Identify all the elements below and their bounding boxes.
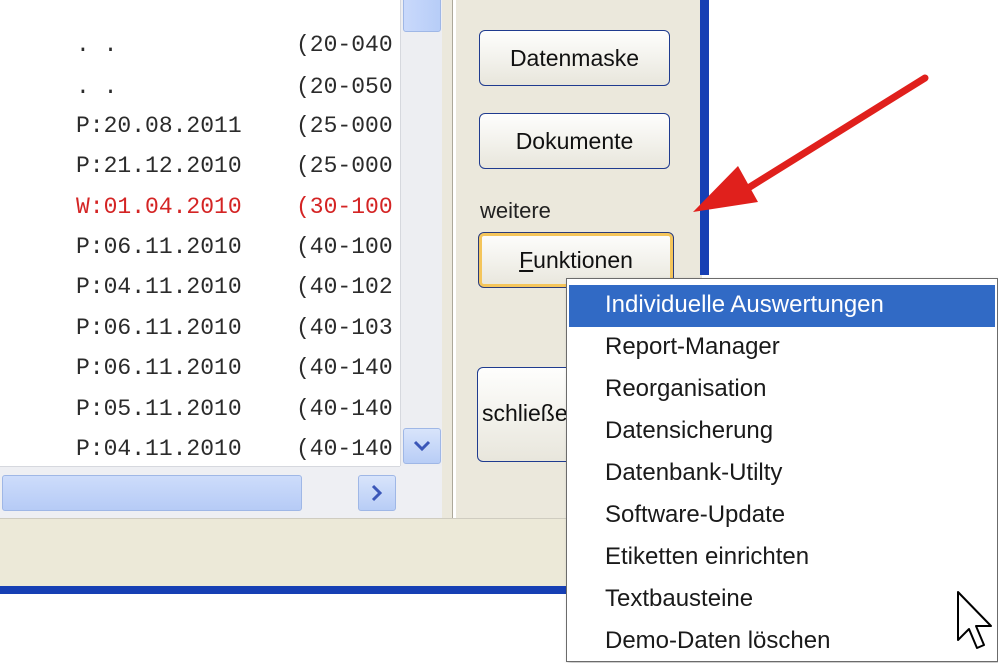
funktionen-label: unktionen	[533, 247, 633, 273]
panel-divider	[452, 0, 456, 518]
row-code: (40-140	[296, 355, 393, 381]
list-row[interactable]: . . (20-050	[0, 74, 410, 114]
list-row[interactable]: P:06.11.2010 (40-100	[0, 234, 410, 274]
row-code: (30-100	[296, 194, 393, 220]
row-date: P:05.11.2010	[76, 396, 242, 422]
row-code: (20-050	[296, 74, 393, 100]
vertical-scrollbar[interactable]	[400, 0, 443, 466]
row-date: P:06.11.2010	[76, 234, 242, 260]
row-code: (40-103	[296, 315, 393, 341]
datenmaske-button[interactable]: Datenmaske	[479, 30, 670, 86]
row-date: P:04.11.2010	[76, 436, 242, 462]
weitere-label: weitere	[480, 198, 551, 223]
list-row[interactable]: P:06.11.2010 (40-140	[0, 355, 410, 395]
dokumente-button[interactable]: Dokumente	[479, 113, 670, 169]
menu-item-datenbank-utilty[interactable]: Datenbank-Utilty	[569, 453, 995, 495]
list-row[interactable]: W:01.04.2010 (30-100	[0, 194, 410, 234]
row-code: (40-140	[296, 396, 393, 422]
row-code: (40-102	[296, 274, 393, 300]
list-row[interactable]: P:05.11.2010 (40-140	[0, 396, 410, 436]
record-list[interactable]: . . (20-040 . . (20-050 P:20.08.2011 (25-…	[0, 0, 410, 465]
chevron-right-icon	[371, 484, 383, 502]
row-date: . .	[76, 32, 118, 58]
scroll-down-button[interactable]	[403, 428, 441, 464]
vertical-scroll-thumb[interactable]	[403, 0, 441, 32]
menu-item-etiketten-einrichten[interactable]: Etiketten einrichten	[569, 537, 995, 579]
funktionen-mnemonic: F	[519, 247, 534, 273]
row-code: (40-140	[296, 436, 393, 462]
row-date: P:20.08.2011	[76, 113, 242, 139]
list-row[interactable]: P:04.11.2010 (40-102	[0, 274, 410, 314]
menu-item-reorganisation[interactable]: Reorganisation	[569, 369, 995, 411]
row-code: (25-000	[296, 153, 393, 179]
horizontal-scroll-thumb[interactable]	[2, 475, 302, 511]
menu-item-software-update[interactable]: Software-Update	[569, 495, 995, 537]
row-code: (20-040	[296, 32, 393, 58]
row-date: . .	[76, 74, 118, 100]
scroll-right-button[interactable]	[358, 475, 396, 511]
row-date: W:01.04.2010	[76, 194, 242, 220]
window-frame-edge	[700, 0, 709, 275]
row-date: P:21.12.2010	[76, 153, 242, 179]
menu-item-individuelle-auswertungen[interactable]: Individuelle Auswertungen	[569, 285, 995, 327]
list-row[interactable]: P:04.11.2010 (40-140	[0, 436, 410, 465]
horizontal-scrollbar[interactable]	[0, 466, 410, 519]
menu-item-report-manager[interactable]: Report-Manager	[569, 327, 995, 369]
row-date: P:06.11.2010	[76, 355, 242, 381]
menu-item-datensicherung[interactable]: Datensicherung	[569, 411, 995, 453]
funktionen-menu: Individuelle Auswertungen Report-Manager…	[566, 278, 998, 662]
menu-item-demo-daten-loeschen[interactable]: Demo-Daten löschen	[569, 621, 995, 663]
list-row[interactable]: P:20.08.2011 (25-000	[0, 113, 410, 153]
list-row[interactable]: . . (20-040	[0, 32, 410, 72]
menu-item-textbausteine[interactable]: Textbausteine	[569, 579, 995, 621]
list-row[interactable]: P:06.11.2010 (40-103	[0, 315, 410, 355]
list-row[interactable]: P:21.12.2010 (25-000	[0, 153, 410, 193]
row-code: (40-100	[296, 234, 393, 260]
row-code: (25-000	[296, 113, 393, 139]
row-date: P:06.11.2010	[76, 315, 242, 341]
chevron-down-icon	[413, 440, 431, 452]
scrollbar-corner	[400, 466, 442, 518]
row-date: P:04.11.2010	[76, 274, 242, 300]
